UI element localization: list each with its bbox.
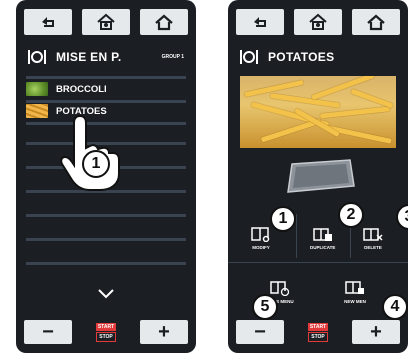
group-badge: GROUP 1: [161, 54, 184, 60]
divider: [26, 76, 186, 79]
list-item-broccoli[interactable]: BROCCOLI: [26, 80, 186, 98]
new-menu-label: NEW MEN: [344, 299, 366, 304]
right-screen: POTATOES MODIFY DUPLICATE DELETE DAY'S M…: [228, 0, 408, 353]
title-bar: MISE EN P. GROUP 1: [22, 44, 190, 70]
back-icon: [42, 17, 54, 27]
step-callout-3: 3: [396, 204, 408, 230]
modify-label: MODIFY: [252, 245, 270, 250]
back-button[interactable]: [24, 9, 72, 35]
top-toolbar: [24, 9, 188, 35]
home-settings-button[interactable]: [294, 9, 342, 35]
book-add-icon: [345, 281, 364, 294]
step-callout-1: 1: [270, 206, 296, 232]
delete-button[interactable]: DELETE: [362, 226, 384, 250]
delete-label: DELETE: [364, 245, 382, 250]
book-clock-icon: [270, 281, 289, 296]
divider: [26, 262, 186, 265]
start-label: START: [307, 322, 329, 331]
baking-tray-icon: [287, 159, 355, 193]
book-edit-icon: [251, 227, 270, 242]
bottom-toolbar: − START STOP +: [236, 320, 400, 344]
home-gear-icon: [97, 13, 115, 30]
start-stop-button[interactable]: START STOP: [304, 321, 332, 343]
page-title: MISE EN P.: [56, 50, 122, 64]
step-callout-2: 2: [338, 202, 364, 228]
book-delete-icon: [363, 228, 383, 241]
stop-label: STOP: [96, 331, 116, 342]
bottom-toolbar: − START STOP +: [24, 320, 188, 344]
plus-button[interactable]: +: [140, 320, 188, 344]
home-icon: [367, 14, 385, 31]
modify-button[interactable]: MODIFY: [250, 226, 272, 250]
start-stop-button[interactable]: START STOP: [92, 321, 120, 343]
divider: [228, 262, 408, 263]
chevron-down-icon[interactable]: [96, 286, 116, 300]
home-icon: [155, 14, 173, 31]
back-icon: [254, 17, 266, 27]
duplicate-label: DUPLICATE: [310, 245, 336, 250]
top-toolbar: [236, 9, 400, 35]
home-button[interactable]: [352, 9, 400, 35]
minus-button[interactable]: −: [236, 320, 284, 344]
home-gear-icon: [309, 13, 327, 30]
tray-icon: [240, 50, 258, 64]
broccoli-thumbnail: [26, 82, 48, 96]
tray-icon: [28, 50, 46, 64]
left-screen: MISE EN P. GROUP 1 BROCCOLI POTATOES 1 −…: [16, 0, 196, 353]
divider: [26, 238, 186, 241]
title-bar: POTATOES: [234, 44, 402, 70]
step-callout-5: 5: [252, 294, 278, 320]
book-duplicate-icon: [312, 228, 332, 241]
step-callout: 1: [82, 150, 110, 178]
potatoes-thumbnail: [26, 104, 48, 118]
minus-button[interactable]: −: [24, 320, 72, 344]
divider: [296, 214, 297, 258]
stop-label: STOP: [308, 331, 328, 342]
duplicate-button[interactable]: DUPLICATE: [310, 226, 335, 250]
step-callout-4: 4: [382, 294, 408, 320]
back-button[interactable]: [236, 9, 284, 35]
divider: [26, 214, 186, 217]
home-button[interactable]: [140, 9, 188, 35]
home-settings-button[interactable]: [82, 9, 130, 35]
start-label: START: [95, 322, 117, 331]
new-menu-button[interactable]: NEW MEN: [344, 280, 366, 304]
plus-button[interactable]: +: [352, 320, 400, 344]
list-item-label: BROCCOLI: [56, 83, 107, 95]
page-title: POTATOES: [268, 50, 335, 64]
food-photo: [240, 76, 396, 148]
